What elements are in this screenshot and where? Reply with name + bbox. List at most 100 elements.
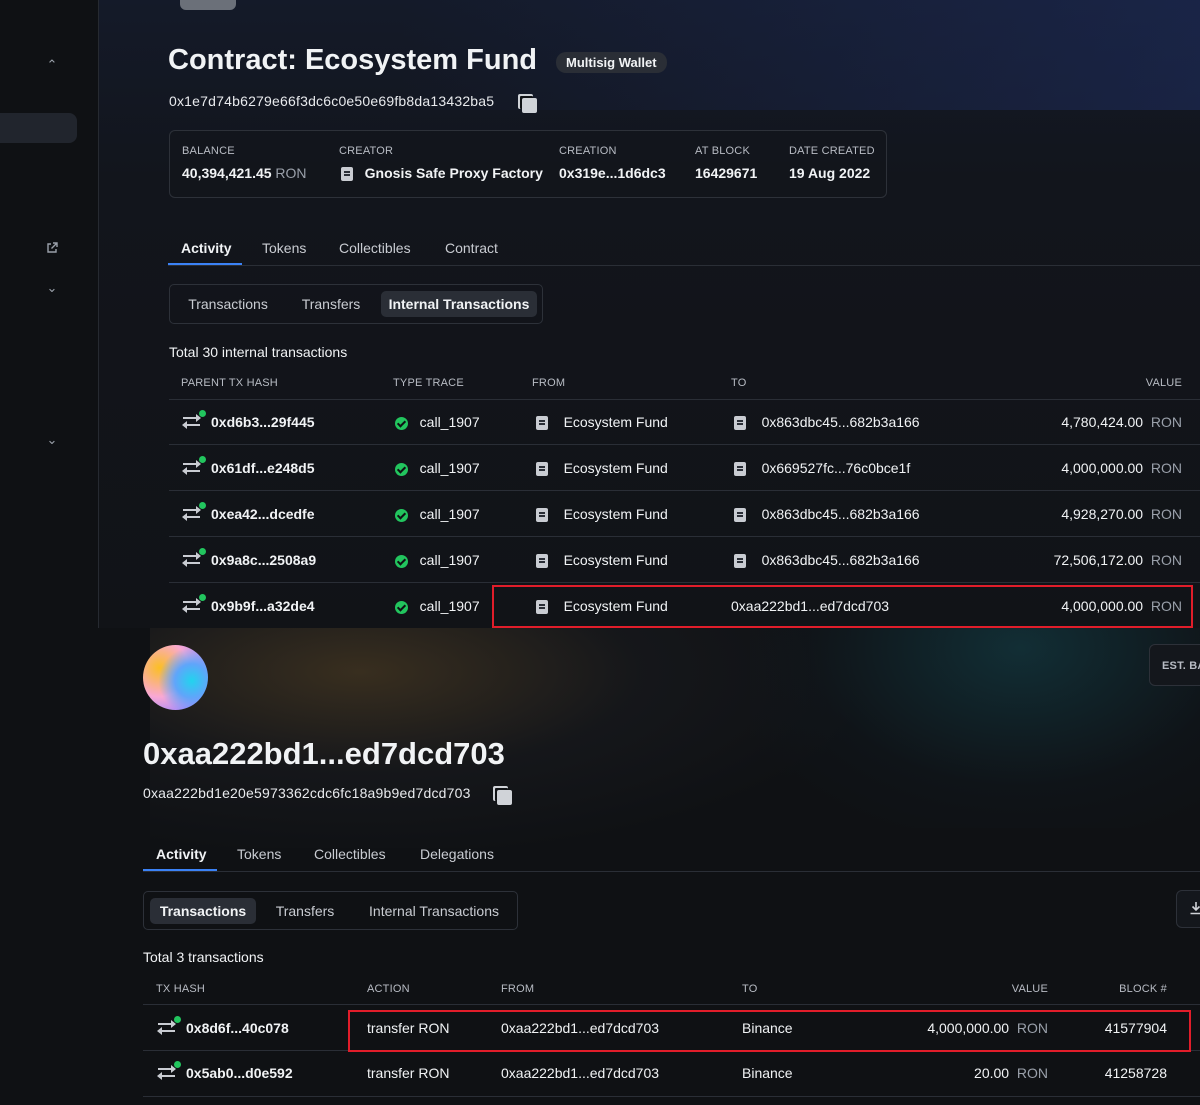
multisig-badge: Multisig Wallet [556,52,667,73]
sidebar-active-item[interactable] [0,113,77,143]
value: 4,000,000.00 RON [1061,460,1182,476]
at-block-value[interactable]: 16429671 [695,165,757,181]
transfer-icon [157,1016,181,1035]
copy-icon[interactable] [522,98,537,113]
transfer-icon [182,456,206,475]
from-address[interactable]: Ecosystem Fund [536,460,668,477]
from-address[interactable]: 0xaa222bd1...ed7dcd703 [501,1065,659,1081]
tab-tokens[interactable]: Tokens [237,846,281,862]
check-circle-icon [395,416,408,430]
check-circle-icon [395,462,408,476]
header-divider [169,399,1200,400]
tabs-divider [168,265,1200,266]
parent-tx-hash[interactable]: 0x61df...e248d5 [211,460,315,476]
subtab-transactions[interactable]: Transactions [150,898,256,924]
subtab-group: Transactions Transfers Internal Transact… [143,891,518,930]
to-address[interactable]: 0x669527fc...76c0bce1f [734,460,910,477]
block-number[interactable]: 41258728 [1070,1065,1167,1081]
row-divider [143,1096,1200,1097]
value: 72,506,172.00 RON [1053,552,1182,568]
top-stub [180,0,236,10]
chevron-up-icon[interactable]: ⌃ [44,57,60,73]
est-balance-card: EST. BA [1149,644,1200,686]
col-to: TO [742,983,758,995]
active-tab-indicator [143,869,217,871]
transfer-icon [182,548,206,567]
copy-icon[interactable] [497,790,512,805]
from-address[interactable]: Ecosystem Fund [536,414,668,431]
creator-label: CREATOR [339,145,394,157]
wallet-address: 0xaa222bd1e20e5973362cdc6fc18a9b9ed7dcd7… [143,785,471,801]
header-glow [750,628,1200,828]
creator-value[interactable]: Gnosis Safe Proxy Factory [341,165,543,182]
tab-tokens[interactable]: Tokens [262,240,306,256]
parent-tx-hash[interactable]: 0x9a8c...2508a9 [211,552,316,568]
type-trace: call_1907 [395,506,480,522]
check-circle-icon [395,554,408,568]
avatar [143,645,208,710]
transfer-icon [157,1061,181,1080]
parent-tx-hash[interactable]: 0xd6b3...29f445 [211,414,315,430]
subtab-internal-transactions[interactable]: Internal Transactions [356,898,512,924]
document-icon [536,508,548,523]
document-icon [536,554,548,569]
col-action: ACTION [367,983,410,995]
tab-collectibles[interactable]: Collectibles [339,240,411,256]
tab-delegations[interactable]: Delegations [420,846,494,862]
from-address[interactable]: Ecosystem Fund [536,506,668,523]
download-button[interactable] [1176,890,1200,928]
value: 4,780,424.00 RON [1061,414,1182,430]
document-icon [536,416,548,431]
tab-collectibles[interactable]: Collectibles [314,846,386,862]
tab-contract[interactable]: Contract [445,240,498,256]
total-count: Total 30 internal transactions [169,344,348,360]
chevron-down-icon[interactable]: ⌄ [44,280,60,296]
page-title: Contract: Ecosystem Fund [168,44,537,76]
from-address[interactable]: Ecosystem Fund [536,552,668,569]
tab-activity[interactable]: Activity [181,240,232,256]
col-type-trace: TYPE TRACE [393,377,464,389]
col-to: TO [731,377,747,389]
col-block: BLOCK # [1119,983,1167,995]
action: transfer RON [367,1065,450,1081]
to-address[interactable]: 0x863dbc45...682b3a166 [734,506,920,523]
external-link-icon[interactable] [44,242,60,258]
subtab-transfers[interactable]: Transfers [262,898,348,924]
creation-label: CREATION [559,145,617,157]
transfer-icon [182,594,206,613]
col-from: FROM [532,377,566,389]
tab-activity[interactable]: Activity [156,846,207,862]
col-tx-hash: TX HASH [156,983,206,995]
wallet-title: 0xaa222bd1...ed7dcd703 [143,736,505,771]
document-icon [734,508,746,523]
to-address[interactable]: 0x863dbc45...682b3a166 [734,552,920,569]
transfer-icon [182,410,206,429]
subtab-transactions[interactable]: Transactions [178,291,278,317]
type-trace: call_1907 [395,460,480,476]
download-icon [1190,902,1200,915]
header-divider [143,1004,1200,1005]
parent-tx-hash[interactable]: 0x9b9f...a32de4 [211,598,315,614]
document-icon [341,167,353,182]
row-divider [169,582,1200,583]
to-address[interactable]: Binance [742,1065,793,1081]
date-created-value: 19 Aug 2022 [789,165,871,181]
tx-hash[interactable]: 0x5ab0...d0e592 [186,1065,293,1081]
document-icon [734,462,746,477]
check-circle-icon [395,600,408,614]
document-icon [536,462,548,477]
tabs-divider [143,871,1200,872]
chevron-down-icon[interactable]: ⌄ [44,432,60,448]
transfer-icon [182,502,206,521]
subtab-internal-transactions[interactable]: Internal Transactions [381,291,537,317]
parent-tx-hash[interactable]: 0xea42...dcedfe [211,506,315,522]
creation-value[interactable]: 0x319e...1d6dc3 [559,165,666,181]
to-address[interactable]: 0x863dbc45...682b3a166 [734,414,920,431]
tx-hash[interactable]: 0x8d6f...40c078 [186,1020,289,1036]
highlight-box [348,1010,1191,1052]
subtab-transfers[interactable]: Transfers [288,291,374,317]
col-value: VALUE [1011,983,1048,995]
col-parent-tx-hash: PARENT TX HASH [181,377,278,389]
sidebar: ⌃ ⌄ ⌄ [0,0,99,628]
est-balance-label: EST. BA [1162,660,1200,672]
